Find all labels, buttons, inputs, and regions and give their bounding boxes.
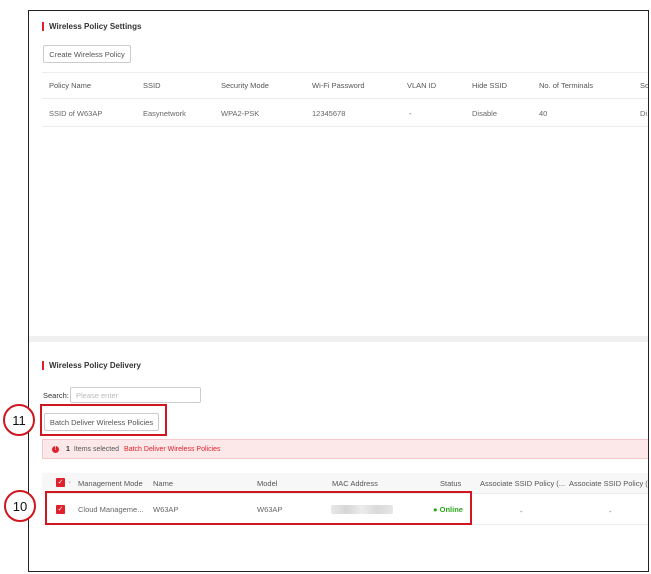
cell-ssid: Easynetwork [143,109,186,118]
select-all-checkbox[interactable]: ✓ [56,478,65,487]
callout-number-10: 10 [4,490,36,522]
cell-policy-name: SSID of W63AP [49,109,103,118]
main-frame: Wireless Policy Settings Create Wireless… [28,10,649,572]
cell-vlan-id: - [409,109,412,118]
section-separator [29,336,648,342]
info-icon: ! [52,445,59,453]
cell-no-of-terminals: 40 [539,109,548,118]
col-vlan-id[interactable]: VLAN ID [407,81,436,90]
selected-count: 1 [66,445,70,453]
search-input[interactable]: Please enter [70,387,201,403]
chevron-down-icon[interactable]: ⌄ [67,478,72,485]
create-wireless-policy-button[interactable]: Create Wireless Policy [43,45,131,63]
col-ssid[interactable]: SSID [143,81,161,90]
col-name[interactable]: Name [153,479,173,488]
cell-associate-1: - [520,507,523,516]
selection-alert: ! 1 Items selected Batch Deliver Wireles… [42,439,648,459]
col-management-mode[interactable]: Management Mode [78,479,143,488]
selected-text: Items selected [73,445,120,453]
callout-box-row [45,491,472,525]
col-associate-ssid-policy-2[interactable]: Associate SSID Policy (... [569,479,648,488]
col-mac-address[interactable]: MAC Address [332,479,378,488]
callout-number-11: 11 [3,404,35,436]
col-hide-ssid[interactable]: Hide SSID [472,81,507,90]
policy-delivery-title: Wireless Policy Delivery [42,361,141,370]
col-wifi-password[interactable]: Wi-Fi Password [312,81,365,90]
col-policy-name[interactable]: Policy Name [49,81,91,90]
cell-hide-ssid: Disable [472,109,498,118]
batch-deliver-link[interactable]: Batch Deliver Wireless Policies [124,446,220,453]
col-so[interactable]: So [640,81,648,90]
cell-wifi-password: 12345678 [312,109,346,118]
divider [42,72,648,73]
col-security-mode[interactable]: Security Mode [221,81,269,90]
col-model[interactable]: Model [257,479,277,488]
search-label: Search: [43,391,69,400]
col-no-of-terminals[interactable]: No. of Terminals [539,81,593,90]
cell-so: Di [640,109,648,118]
divider [42,98,648,99]
col-associate-ssid-policy-1[interactable]: Associate SSID Policy (... [480,479,565,488]
callout-box-batch [40,404,167,436]
cell-associate-2: - [609,507,612,516]
divider [42,126,648,127]
col-status[interactable]: Status [440,479,461,488]
policy-settings-title: Wireless Policy Settings [42,22,141,31]
cell-security-mode: WPA2-PSK [221,109,260,118]
